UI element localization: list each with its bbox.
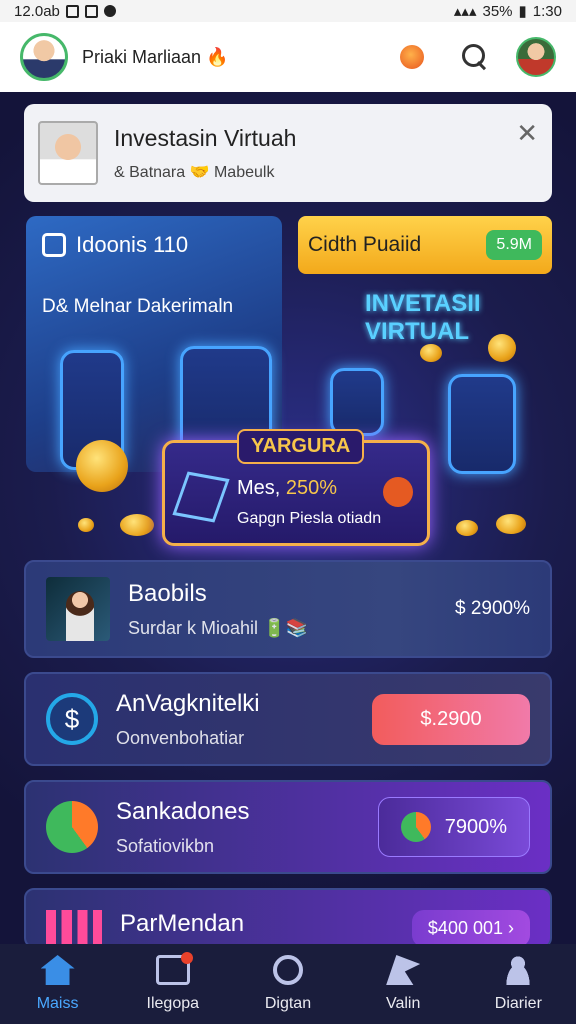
list-item[interactable]: ParMendan $400 001 ›: [24, 888, 552, 950]
tab-label: Digtan: [264, 995, 312, 1012]
promo-percent-value: 250%: [285, 477, 338, 499]
app-bar: Priaki Marliaan 🔥: [0, 22, 576, 92]
notice-avatar: [38, 121, 98, 185]
dollar-icon: $: [46, 693, 98, 745]
coin-icon: [488, 334, 516, 362]
list-item-title: Baobils: [128, 579, 207, 607]
chart-ring-icon: [272, 955, 303, 985]
feature-card-title: Idoonis 110: [42, 232, 266, 258]
tab-label: Maiss: [36, 995, 79, 1012]
kite-icon: [172, 471, 230, 523]
list-item[interactable]: $ AnVagknitelki Oonvenbohatiar $.2900: [24, 672, 552, 766]
notice-subtitle: & Batnara 🤝 Mabeulk: [114, 163, 275, 181]
list-item-subtitle: Sofatiovikbn: [116, 835, 215, 856]
coin-icon: [76, 440, 128, 492]
notification-icon[interactable]: [400, 45, 424, 69]
bottom-tab-bar: Maiss Ilegopa Digtan Valin Diarier: [0, 944, 576, 1024]
tab-home[interactable]: Maiss: [13, 955, 103, 1013]
value-pill[interactable]: $400 001 ›: [411, 910, 530, 947]
value-pill-text: 7900%: [444, 815, 507, 838]
coin-icon: [456, 520, 478, 536]
app-title-text: Priaki Marliaan: [82, 46, 202, 67]
value-pill[interactable]: $.2900: [372, 693, 530, 745]
app-title: Priaki Marliaan 🔥: [82, 47, 400, 68]
list-item-subtitle: Surdar k Mioahil 🔋📚: [128, 617, 308, 638]
tab-chart[interactable]: Digtan: [243, 955, 333, 1013]
list-item[interactable]: Baobils Surdar k Mioahil 🔋📚 $ 2900%: [24, 560, 552, 658]
feature-card-title-text: Idoonis 110: [76, 232, 189, 257]
tab-label: Diarier: [494, 995, 542, 1012]
coin-icon: [120, 514, 154, 536]
virtual-title-line: INVETASII: [365, 290, 481, 317]
clock: 1:30: [532, 2, 562, 20]
search-icon[interactable]: [462, 44, 488, 70]
profile-avatar[interactable]: [20, 33, 68, 81]
promo-subtitle: Gapgn Piesla otiadn: [237, 510, 382, 527]
user-icon: [501, 955, 536, 985]
list-item-title: AnVagknitelki: [116, 689, 260, 717]
promo-card[interactable]: YARGURA Mes, 250% Gapgn Piesla otiadn: [162, 429, 430, 546]
carrier-text: 12.0ab: [14, 2, 60, 20]
flag-icon: [386, 955, 421, 985]
yellow-banner[interactable]: Cidth Puaiid 5.9M: [298, 216, 552, 274]
list-item-thumbnail: [46, 577, 110, 641]
yellow-banner-label: Cidth Puaiid: [308, 233, 422, 256]
user-avatar[interactable]: [516, 37, 556, 77]
list-item[interactable]: Sankadones Sofatiovikbn 7900%: [24, 780, 552, 874]
value-pill[interactable]: 7900%: [377, 797, 530, 857]
notice-card[interactable]: Investasin Virtuah & Batnara 🤝 Mabeulk ✕: [24, 104, 552, 202]
promo-tag: YARGURA: [237, 429, 365, 464]
tab-profile[interactable]: Diarier: [473, 955, 563, 1013]
feature-card-subtitle: D& Melnar Dakerimaln: [42, 296, 234, 317]
close-icon[interactable]: ✕: [516, 118, 538, 149]
promo-percent-label: Mes,: [237, 477, 281, 499]
list-item-subtitle: Oonvenbohatiar: [116, 727, 245, 748]
battery-percent: 35%: [482, 2, 513, 20]
phone-illustration: [448, 374, 516, 474]
phone-illustration: [330, 368, 384, 436]
coin-icon: [496, 514, 526, 534]
virtual-title-line: VIRTUAL: [365, 318, 469, 345]
home-icon: [40, 955, 75, 985]
pie-chart-icon: [400, 812, 431, 842]
wallet-icon: [155, 952, 193, 985]
status-bar: 12.0ab ▴▴▴ 35% ▮ 1:30: [0, 0, 576, 22]
tab-wallet[interactable]: Ilegopa: [128, 952, 218, 1013]
list-item-title: ParMendan: [120, 910, 245, 937]
coin-icon: [420, 344, 442, 362]
app-notification-icon: [84, 4, 98, 18]
notice-title: Investasin Virtuah: [114, 124, 297, 151]
pie-chart-icon: [46, 801, 98, 853]
app-notification-icon: [65, 4, 79, 18]
signal-icon: ▴▴▴: [453, 3, 477, 20]
battery-icon: ▮: [518, 3, 527, 20]
flame-icon: 🔥: [206, 46, 229, 67]
tab-label: Ilegopa: [146, 995, 200, 1012]
timer-icon: [42, 233, 66, 257]
yellow-banner-tag: 5.9M: [486, 230, 542, 260]
list-item-value: $ 2900%: [454, 598, 530, 619]
tab-flag[interactable]: Valin: [358, 955, 448, 1013]
virtual-title: INVETASII VIRTUAL: [365, 290, 481, 346]
badge-icon: [383, 477, 413, 507]
coin-icon: [78, 518, 94, 532]
list-item-title: Sankadones: [116, 797, 250, 825]
app-notification-icon: [103, 5, 116, 17]
tab-label: Valin: [385, 995, 421, 1012]
